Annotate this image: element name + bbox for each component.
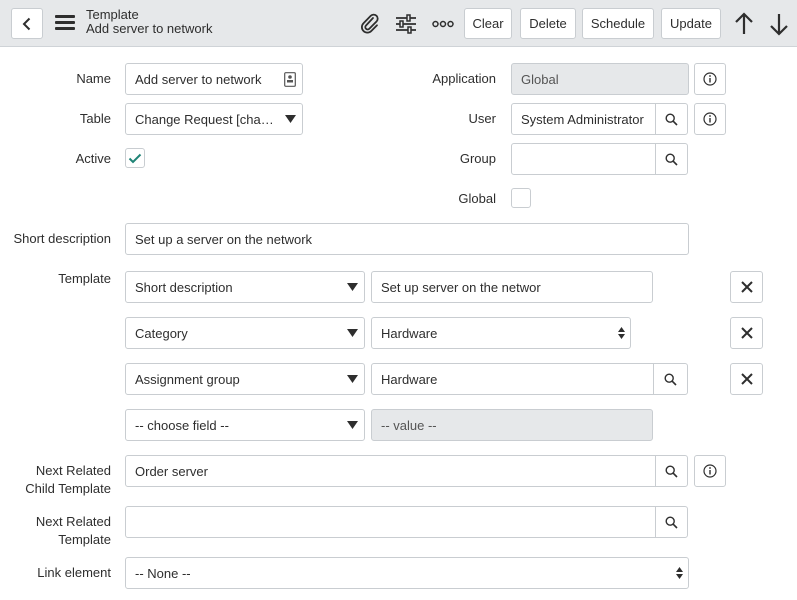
table-value: Change Request [chang…	[135, 111, 278, 127]
user-info-button[interactable]	[694, 103, 726, 135]
link-element-select[interactable]: -- None --	[125, 557, 689, 589]
template-value-input[interactable]: Hardware	[371, 363, 654, 395]
template-field-value: Short description	[135, 279, 233, 295]
template-field-select[interactable]: Assignment group	[125, 363, 365, 395]
label-line: Next Related	[35, 463, 111, 478]
template-label: Template	[58, 271, 111, 286]
active-checkbox[interactable]	[125, 148, 145, 168]
next-related-template-field[interactable]	[125, 506, 656, 538]
info-icon	[703, 464, 717, 478]
template-field-value: Assignment group	[135, 371, 240, 387]
next-related-child-template-lookup-button[interactable]	[655, 455, 688, 487]
application-label: Application	[432, 71, 496, 86]
next-related-template-label: Next Related Template	[36, 513, 111, 549]
table-label: Table	[79, 111, 111, 126]
close-icon	[740, 327, 753, 339]
template-value-input[interactable]: Set up server on the networ	[371, 271, 653, 303]
caret-down-icon	[278, 115, 302, 123]
template-value-text: Set up server on the networ	[381, 279, 541, 295]
next-related-template-lookup-button[interactable]	[655, 506, 688, 538]
search-icon	[665, 152, 678, 166]
group-field[interactable]	[511, 143, 656, 175]
group-label: Group	[459, 151, 496, 166]
next-related-child-template-info-button[interactable]	[694, 455, 726, 487]
caret-down-icon	[340, 421, 364, 429]
active-label: Active	[75, 151, 111, 166]
page-title: Template	[86, 7, 139, 22]
application-field: Global	[511, 63, 689, 95]
user-field[interactable]: System Administrator	[511, 103, 656, 135]
update-button[interactable]: Update	[661, 8, 721, 39]
assignment-group-lookup-button[interactable]	[653, 363, 688, 395]
link-element-label: Link element	[37, 565, 111, 580]
info-icon	[703, 112, 717, 126]
close-icon	[740, 373, 753, 385]
updown-caret-icon	[670, 567, 688, 579]
template-field-select[interactable]: Category	[125, 317, 365, 349]
name-field[interactable]: Add server to network	[125, 63, 303, 95]
application-info-button[interactable]	[694, 63, 726, 95]
clear-button[interactable]: Clear	[464, 8, 512, 39]
group-lookup-button[interactable]	[655, 143, 688, 175]
menu-icon[interactable]	[55, 15, 75, 31]
updown-caret-icon	[612, 327, 630, 339]
caret-down-icon	[340, 375, 364, 383]
delete-button[interactable]: Delete	[520, 8, 576, 39]
next-related-child-template-value: Order server	[135, 463, 208, 479]
label-line: Child Template	[25, 481, 111, 496]
settings-sliders-icon[interactable]	[394, 12, 418, 36]
arrow-up-icon[interactable]	[732, 10, 756, 38]
caret-down-icon	[340, 329, 364, 337]
search-icon	[665, 112, 678, 126]
value-placeholder-field: -- value --	[371, 409, 653, 441]
label-line: Next Related	[35, 514, 111, 529]
link-element-value: -- None --	[135, 565, 191, 581]
remove-row-button[interactable]	[730, 317, 763, 349]
checkmark-icon	[128, 153, 142, 163]
close-icon	[740, 281, 753, 293]
remove-row-button[interactable]	[730, 271, 763, 303]
global-checkbox[interactable]	[511, 188, 531, 208]
short-description-input[interactable]: Set up a server on the network	[125, 223, 689, 255]
choose-field-select[interactable]: -- choose field --	[125, 409, 365, 441]
more-icon[interactable]	[431, 12, 455, 36]
label-line: Template	[58, 532, 111, 547]
title-block: Template Add server to network	[86, 8, 212, 36]
short-description-value: Set up a server on the network	[135, 231, 313, 247]
form-header: Template Add server to network Clear Del…	[0, 0, 797, 47]
search-icon	[664, 372, 677, 386]
global-label: Global	[458, 191, 496, 206]
info-icon	[703, 72, 717, 86]
template-field-value: Category	[135, 325, 188, 341]
template-value-select[interactable]: Hardware	[371, 317, 631, 349]
name-value: Add server to network	[135, 71, 262, 87]
name-label: Name	[76, 71, 111, 86]
user-value: System Administrator	[521, 111, 644, 127]
next-related-child-template-label: Next Related Child Template	[25, 462, 111, 498]
translate-icon[interactable]	[278, 71, 302, 87]
record-title: Add server to network	[86, 21, 213, 36]
template-value-text: Hardware	[381, 371, 438, 387]
search-icon	[665, 464, 678, 478]
schedule-button[interactable]: Schedule	[582, 8, 654, 39]
value-placeholder-text: -- value --	[381, 417, 437, 433]
caret-down-icon	[340, 283, 364, 291]
user-label: User	[468, 111, 496, 126]
back-button[interactable]	[11, 8, 43, 39]
arrow-down-icon[interactable]	[767, 10, 791, 38]
template-value-text: Hardware	[381, 325, 438, 341]
remove-row-button[interactable]	[730, 363, 763, 395]
back-icon	[22, 17, 31, 30]
search-icon	[665, 515, 678, 529]
table-select[interactable]: Change Request [chang…	[125, 103, 303, 135]
short-description-label: Short description	[13, 231, 111, 246]
user-lookup-button[interactable]	[655, 103, 688, 135]
choose-field-value: -- choose field --	[135, 417, 229, 433]
next-related-child-template-field[interactable]: Order server	[125, 455, 656, 487]
attachment-icon[interactable]	[358, 12, 382, 36]
template-field-select[interactable]: Short description	[125, 271, 365, 303]
application-value: Global	[521, 71, 559, 87]
